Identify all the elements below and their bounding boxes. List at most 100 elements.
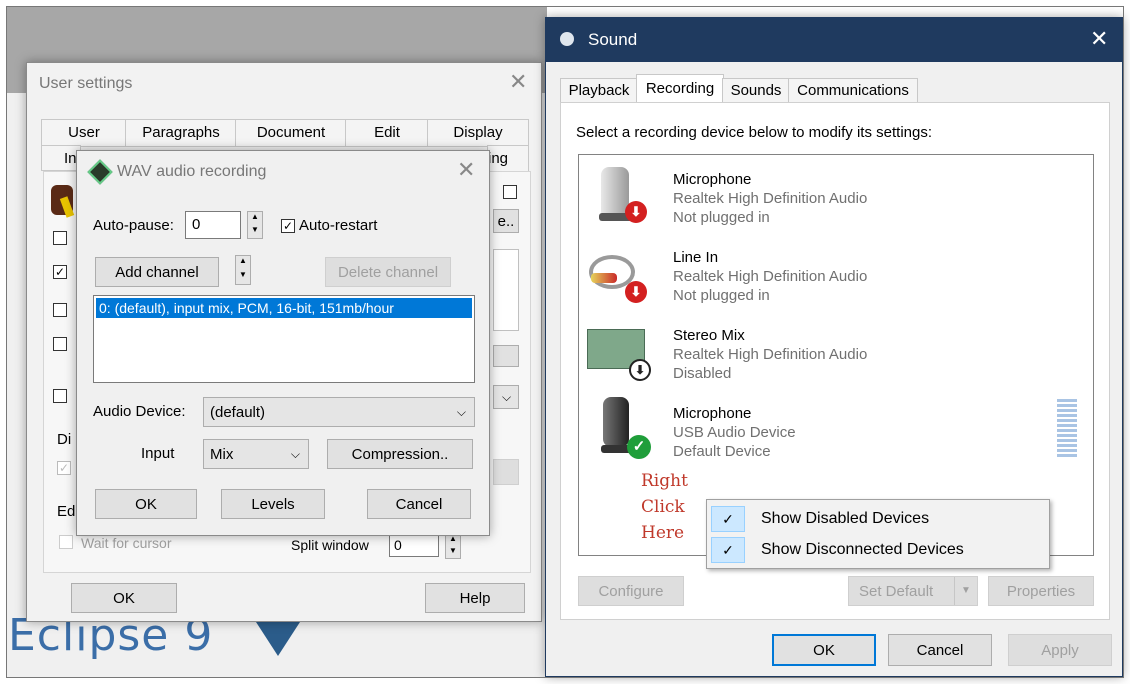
tab-user[interactable]: User	[41, 119, 127, 147]
not-plugged-red-arrow-icon: ⬇	[625, 201, 647, 223]
context-menu: ✓ Show Disabled Devices ✓ Show Disconnec…	[706, 499, 1050, 569]
wait-for-cursor-checkbox	[59, 535, 73, 549]
channel-order-spinner[interactable]: ▲ ▼	[235, 255, 251, 285]
checkbox-disabled: ✓	[57, 461, 71, 475]
label-partial-ed: Ed	[57, 503, 76, 520]
compression-button[interactable]: Compression..	[327, 439, 473, 469]
tab-row2-right[interactable]: ing	[487, 145, 529, 173]
device-4-status: Default Device	[673, 443, 771, 460]
spin-up-icon[interactable]: ▲	[248, 212, 262, 225]
checkbox-2[interactable]: ✓	[53, 265, 67, 279]
partial-button-right-2[interactable]	[493, 345, 519, 367]
wav-app-icon	[87, 159, 113, 185]
chevron-down-icon: ⌵	[290, 446, 300, 461]
sound-close-icon[interactable]: ✕	[1090, 26, 1108, 52]
device-3-name: Stereo Mix	[673, 327, 745, 344]
tab-communications[interactable]: Communications	[788, 78, 918, 104]
spin-down-icon[interactable]: ▼	[446, 546, 460, 558]
partial-button-right[interactable]: e..	[493, 209, 519, 233]
device-1-status: Not plugged in	[673, 209, 770, 226]
auto-pause-input[interactable]: 0	[185, 211, 241, 239]
user-settings-close-icon[interactable]: ✕	[509, 69, 527, 95]
sound-ok-button[interactable]: OK	[772, 634, 876, 666]
split-window-input[interactable]: 0	[389, 533, 439, 557]
device-listbox[interactable]: ⬇ Microphone Realtek High Definition Aud…	[578, 154, 1094, 556]
sound-app-icon	[560, 32, 574, 46]
checkbox-4[interactable]	[53, 337, 67, 351]
set-default-dropdown-icon: ▼	[954, 577, 977, 605]
usb-microphone-icon	[603, 397, 629, 447]
tab-edit[interactable]: Edit	[345, 119, 429, 147]
device-3-status: Disabled	[673, 365, 732, 382]
levels-button[interactable]: Levels	[221, 489, 325, 519]
checkbox-top-right[interactable]	[503, 185, 517, 199]
device-4-name: Microphone	[673, 405, 752, 422]
input-select[interactable]: Mix ⌵	[203, 439, 309, 469]
sound-dialog: Sound ✕ Playback Recording Sounds Commun…	[545, 17, 1123, 677]
eclipse-logo-icon	[256, 622, 300, 656]
label-partial-di: Di	[57, 431, 72, 448]
chevron-down-icon: ⌵	[456, 404, 466, 419]
menu-show-disabled-devices[interactable]: ✓ Show Disabled Devices	[709, 504, 1047, 534]
disabled-black-arrow-icon: ⬇	[629, 359, 651, 381]
device-1-driver: Realtek High Definition Audio	[673, 190, 868, 207]
audio-device-label: Audio Device:	[93, 403, 186, 420]
add-channel-button[interactable]: Add channel	[95, 257, 219, 287]
default-device-green-check-icon: ✓	[627, 435, 651, 459]
sound-title: Sound	[588, 30, 638, 49]
device-2-status: Not plugged in	[673, 287, 770, 304]
tab-document[interactable]: Document	[235, 119, 347, 147]
menu-show-disconnected-devices[interactable]: ✓ Show Disconnected Devices	[709, 535, 1047, 565]
rca-plug-icon	[591, 273, 617, 283]
device-3-driver: Realtek High Definition Audio	[673, 346, 868, 363]
device-2-name: Line In	[673, 249, 719, 266]
check-icon: ✓	[711, 537, 745, 563]
split-window-spinner[interactable]: ▲ ▼	[445, 533, 461, 559]
wav-cancel-button[interactable]: Cancel	[367, 489, 471, 519]
properties-button: Properties	[988, 576, 1094, 606]
sound-cancel-button[interactable]: Cancel	[888, 634, 992, 666]
spin-down-icon[interactable]: ▼	[236, 270, 250, 284]
checkbox-5[interactable]	[53, 389, 67, 403]
user-settings-ok-button[interactable]: OK	[71, 583, 177, 613]
auto-pause-spinner[interactable]: ▲ ▼	[247, 211, 263, 239]
device-2-driver: Realtek High Definition Audio	[673, 268, 868, 285]
set-default-button: Set Default ▼	[848, 576, 978, 606]
tab-row2-left[interactable]: In	[41, 145, 81, 171]
channel-list-item[interactable]: 0: (default), input mix, PCM, 16-bit, 15…	[96, 298, 472, 318]
partial-combo-right[interactable]: ⌵	[493, 385, 519, 409]
auto-pause-label: Auto-pause:	[93, 217, 174, 234]
level-meter	[1057, 399, 1077, 457]
check-icon: ✓	[711, 506, 745, 532]
spin-down-icon[interactable]: ▼	[248, 225, 262, 238]
wav-recording-dialog: WAV audio recording ✕ Auto-pause: 0 ▲ ▼ ✓…	[76, 150, 490, 536]
device-1-name: Microphone	[673, 171, 752, 188]
auto-restart-checkbox[interactable]: ✓	[281, 219, 295, 233]
configure-button: Configure	[578, 576, 684, 606]
spin-up-icon[interactable]: ▲	[236, 256, 250, 270]
tab-display[interactable]: Display	[427, 119, 529, 147]
tab-paragraphs[interactable]: Paragraphs	[125, 119, 237, 147]
annotation-right: Right	[641, 471, 688, 491]
wav-dialog-title: WAV audio recording	[117, 163, 267, 180]
audio-device-select[interactable]: (default) ⌵	[203, 397, 475, 427]
split-window-label: Split window	[291, 537, 369, 553]
recording-instruction: Select a recording device below to modif…	[576, 124, 933, 141]
not-plugged-red-arrow-icon: ⬇	[625, 281, 647, 303]
checkbox-3[interactable]	[53, 303, 67, 317]
delete-channel-button: Delete channel	[325, 257, 451, 287]
device-4-driver: USB Audio Device	[673, 424, 796, 441]
annotation-click: Click	[641, 497, 685, 517]
wait-for-cursor-label: Wait for cursor	[81, 535, 172, 551]
tab-sounds[interactable]: Sounds	[722, 78, 790, 104]
partial-button-right-3	[493, 459, 519, 485]
channel-listbox[interactable]: 0: (default), input mix, PCM, 16-bit, 15…	[93, 295, 475, 383]
checkbox-1[interactable]	[53, 231, 67, 245]
sound-apply-button: Apply	[1008, 634, 1112, 666]
wav-close-icon[interactable]: ✕	[457, 157, 475, 183]
tab-playback[interactable]: Playback	[560, 78, 638, 104]
auto-restart-label: Auto-restart	[299, 217, 378, 234]
user-settings-title: User settings	[39, 75, 133, 92]
wav-ok-button[interactable]: OK	[95, 489, 197, 519]
user-settings-help-button[interactable]: Help	[425, 583, 525, 613]
